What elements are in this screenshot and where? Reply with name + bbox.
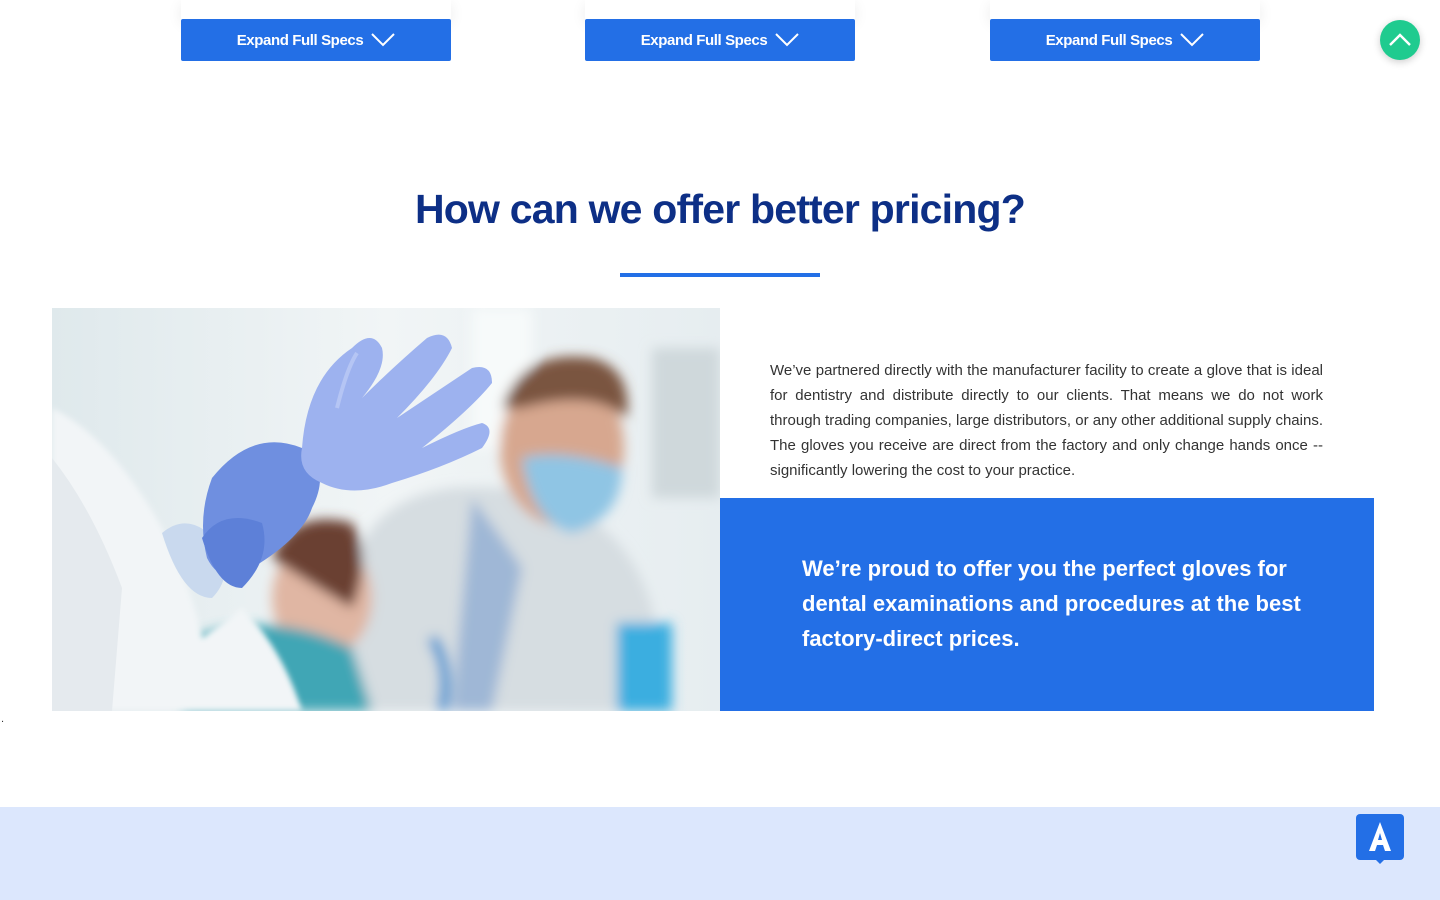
- scroll-to-top-button[interactable]: [1380, 20, 1420, 60]
- product-card-3: [990, 0, 1260, 20]
- expand-full-specs-button-3[interactable]: Expand Full Specs: [990, 19, 1260, 61]
- title-divider: [620, 273, 820, 277]
- accessibility-icon: [1356, 814, 1404, 864]
- expand-full-specs-label: Expand Full Specs: [640, 31, 768, 49]
- accessibility-widget-button[interactable]: [1356, 814, 1404, 864]
- dentist-putting-on-blue-gloves-photo: [52, 308, 720, 711]
- chevron-down-icon: [371, 33, 395, 47]
- product-card-2: [585, 0, 855, 20]
- highlight-text: We’re proud to offer you the perfect glo…: [802, 556, 1301, 651]
- dentist-gloves-photo: [52, 308, 720, 711]
- section-title: How can we offer better pricing?: [415, 186, 1026, 232]
- expand-full-specs-label: Expand Full Specs: [236, 31, 364, 49]
- highlight-box: We’re proud to offer you the perfect glo…: [720, 498, 1374, 711]
- expand-full-specs-button-2[interactable]: Expand Full Specs: [585, 19, 855, 61]
- product-card-1: [181, 0, 451, 20]
- expand-full-specs-label: Expand Full Specs: [1045, 31, 1173, 49]
- bottom-section-band: [0, 807, 1440, 900]
- expand-full-specs-button-1[interactable]: Expand Full Specs: [181, 19, 451, 61]
- chevron-down-icon: [1180, 33, 1204, 47]
- stray-dot: .: [1, 713, 5, 725]
- chevron-up-icon: [1389, 33, 1411, 46]
- pricing-body-text: We’ve partnered directly with the manufa…: [770, 362, 1323, 479]
- page: Expand Full Specs Expand Full Specs Expa…: [0, 0, 1440, 900]
- chevron-down-icon: [775, 33, 799, 47]
